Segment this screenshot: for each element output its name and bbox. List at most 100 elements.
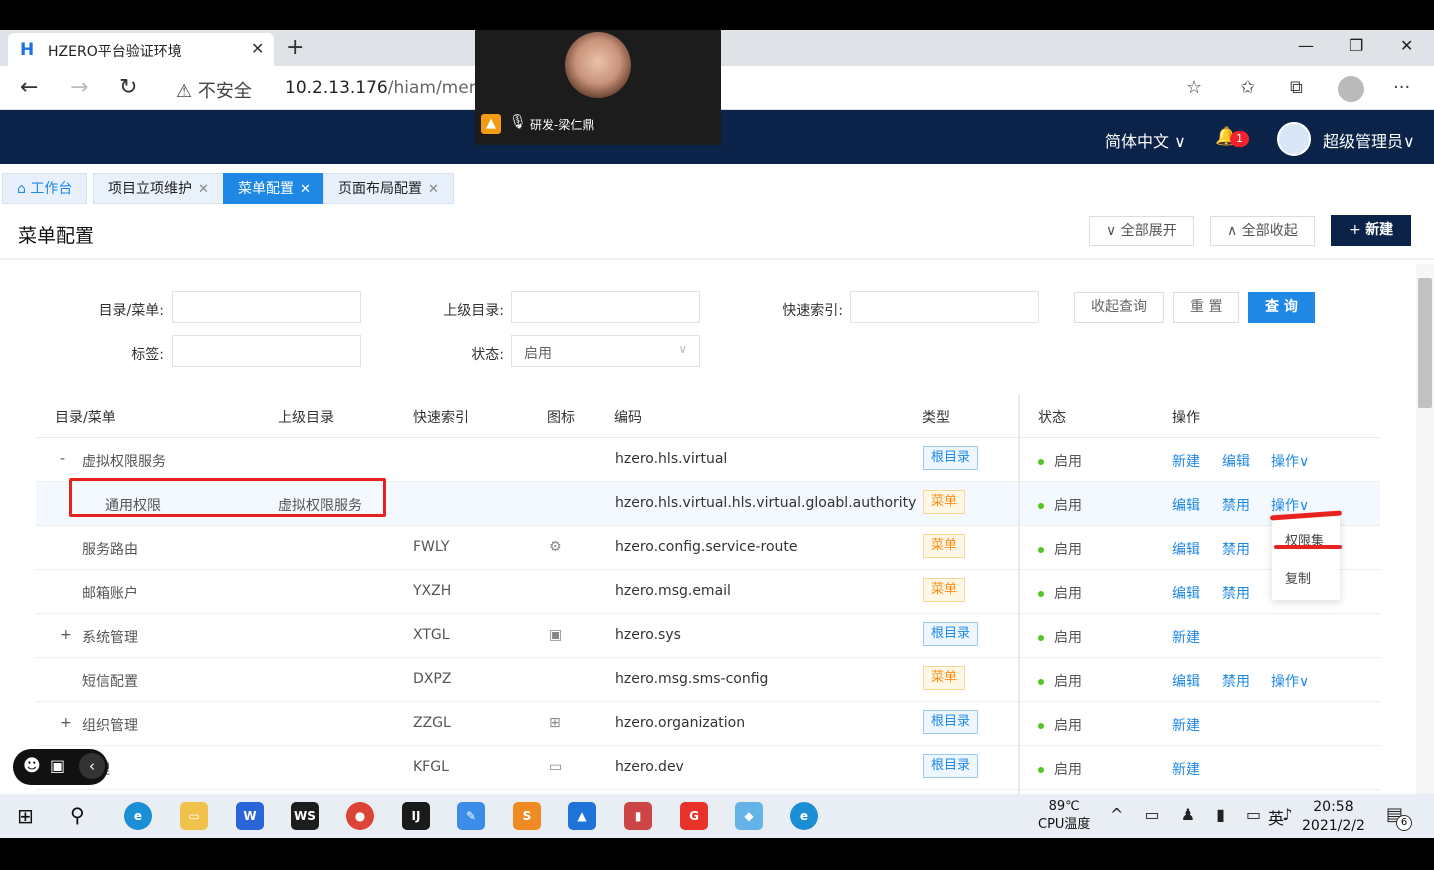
table-row[interactable]: 服务路由 FWLY ⚙ hzero.config.service-route 菜单 启用 编… [36,526,1380,570]
close-tab-icon[interactable]: ✕ [251,39,264,58]
cpu-temperature[interactable]: 89℃ CPU温度 [1038,798,1090,834]
back-icon[interactable]: ← [20,75,38,100]
restore-icon[interactable]: ❐ [1349,36,1363,55]
page-tabs: ⌂ 工作台 项目立项维护 ✕ 菜单配置 ✕ 页面布局配置 ✕ [0,164,1434,208]
column-header: 状态 [1038,410,1066,426]
expand-toggle-icon[interactable]: - [60,451,65,467]
tab-label: 工作台 [30,181,73,197]
minimize-icon[interactable]: — [1298,36,1314,55]
scrollbar-thumb[interactable] [1418,278,1432,408]
notification-count: 6 [1396,815,1412,831]
ime-indicator[interactable]: 英 [1268,805,1284,829]
collapse-query-button[interactable]: 收起查询 [1074,292,1164,323]
more-icon[interactable]: ··· [1393,77,1410,98]
expand-all-button[interactable]: ∨ 全部展开 [1089,216,1194,246]
new-tab-icon[interactable]: + [286,35,304,60]
clock-date: 2021/2/2 [1302,818,1365,834]
status-dot [1038,591,1044,597]
action-link[interactable]: 编辑 [1172,539,1200,559]
query-button[interactable]: 查 询 [1248,292,1315,323]
quick-index-input[interactable] [850,291,1039,323]
action-link[interactable]: 禁用 [1222,495,1250,515]
column-header: 类型 [922,410,950,426]
tag-input[interactable] [172,335,361,367]
url-field[interactable]: 10.2.13.176/hiam/menu [285,78,490,98]
chat-icon[interactable]: ▣ [50,756,65,775]
type-tag: 根目录 [923,446,979,470]
intellij-icon[interactable]: IJ [402,802,430,830]
chevron-left-icon[interactable]: ‹ [79,753,105,779]
expand-toggle-icon[interactable]: + [60,715,72,731]
edge-dev-icon[interactable]: e [790,802,818,830]
action-link[interactable]: 编辑 [1172,583,1200,603]
collections-icon[interactable]: ⧉ [1290,77,1303,98]
app-diamond-icon[interactable]: ◆ [735,802,763,830]
table-row[interactable]: 短信配置 DXPZ hzero.msg.sms-config 菜单 启用 编辑 禁用 操作∨ [36,658,1380,702]
expand-toggle-icon[interactable]: + [60,627,72,643]
reset-button[interactable]: 重 置 [1173,292,1240,323]
action-link[interactable]: 禁用 [1222,539,1250,559]
table-row[interactable]: - 虚拟权限服务 hzero.hls.virtual 根目录 启用 新建 编辑 操作∨ [36,438,1380,482]
status-text: 启用 [1054,762,1082,778]
action-link[interactable]: 编辑 [1172,671,1200,691]
operation-menu-link[interactable]: 操作∨ [1271,671,1309,691]
notes-icon[interactable]: ✎ [457,802,485,830]
search-icon[interactable]: ⚲ [70,803,85,827]
add-favorite-icon[interactable]: ☆ [1186,77,1202,98]
status-text: 启用 [1054,586,1082,602]
forward-icon[interactable]: → [70,75,88,100]
word-icon[interactable]: W [236,802,264,830]
floating-toolbar[interactable]: ☻ ▣ ‹ [13,749,108,785]
tab-workbench[interactable]: ⌂ 工作台 [2,173,88,204]
edge-icon[interactable]: e [124,802,152,830]
sublime-icon[interactable]: S [513,802,541,830]
profile-avatar[interactable] [1338,76,1364,102]
action-link[interactable]: 新建 [1172,759,1200,779]
operation-menu-link[interactable]: 操作∨ [1271,495,1309,515]
insecure-warning[interactable]: ⚠ 不安全 [176,77,252,103]
table-row[interactable]: + 组织管理 ZZGL ⊞ hzero.organization 根目录 启用 新建 [36,702,1380,746]
action-link[interactable]: 禁用 [1222,583,1250,603]
file-explorer-icon[interactable]: ▭ [180,802,208,830]
language-select[interactable]: 简体中文 ∨ [1105,128,1186,152]
browser-tab[interactable]: H HZERO平台验证环境 ✕ [8,33,274,66]
reload-icon[interactable]: ↻ [119,75,137,100]
action-link[interactable]: 新建 [1172,627,1200,647]
table-row[interactable]: 邮箱账户 YXZH hzero.msg.email 菜单 启用 编辑 禁用 [36,570,1380,614]
quick-index: DXPZ [413,671,452,687]
database-icon[interactable]: ▮ [624,802,652,830]
tab-menu-config[interactable]: 菜单配置 ✕ [223,173,326,204]
copy-item[interactable]: 复制 [1285,568,1311,587]
status-select[interactable]: 启用 ∨ [511,335,700,367]
table-row[interactable]: 管理KFGL▭hzero.dev根目录启用新建 [36,746,1380,790]
close-icon[interactable]: ✕ [428,182,439,197]
action-link[interactable]: 禁用 [1222,671,1250,691]
new-button[interactable]: + 新建 [1331,215,1412,246]
action-link[interactable]: 编辑 [1172,495,1200,515]
app-g-icon[interactable]: G [680,802,708,830]
emoji-icon[interactable]: ☻ [23,756,41,776]
chrome-icon[interactable]: ● [346,802,374,830]
operation-menu-link[interactable]: 操作∨ [1271,451,1309,471]
clock[interactable]: 20:58 2021/2/2 [1302,798,1365,836]
close-icon[interactable]: ✕ [300,182,311,197]
close-icon[interactable]: ✕ [198,182,209,197]
photos-icon[interactable]: ▲ [568,802,596,830]
action-link[interactable]: 新建 [1172,451,1200,471]
user-avatar[interactable] [1277,122,1311,156]
collapse-all-button[interactable]: ∧ 全部收起 [1210,216,1315,246]
user-menu[interactable]: 超级管理员∨ [1323,128,1415,152]
tab-project[interactable]: 项目立项维护 ✕ [93,173,224,204]
menu-code: hzero.organization [615,715,746,731]
close-window-icon[interactable]: ✕ [1400,36,1413,55]
action-link[interactable]: 新建 [1172,715,1200,735]
favorites-icon[interactable]: ✩ [1240,77,1255,98]
table-row[interactable]: + 系统管理 XTGL ▣ hzero.sys 根目录 启用 新建 [36,614,1380,658]
dir-menu-input[interactable] [172,291,361,323]
parent-dir-input[interactable] [511,291,700,323]
tab-label: 菜单配置 [238,181,294,197]
windows-start-icon[interactable]: ⊞ [17,804,34,828]
action-link[interactable]: 编辑 [1222,451,1250,471]
tab-layout-config[interactable]: 页面布局配置 ✕ [323,173,454,204]
webstorm-icon[interactable]: WS [291,802,319,830]
